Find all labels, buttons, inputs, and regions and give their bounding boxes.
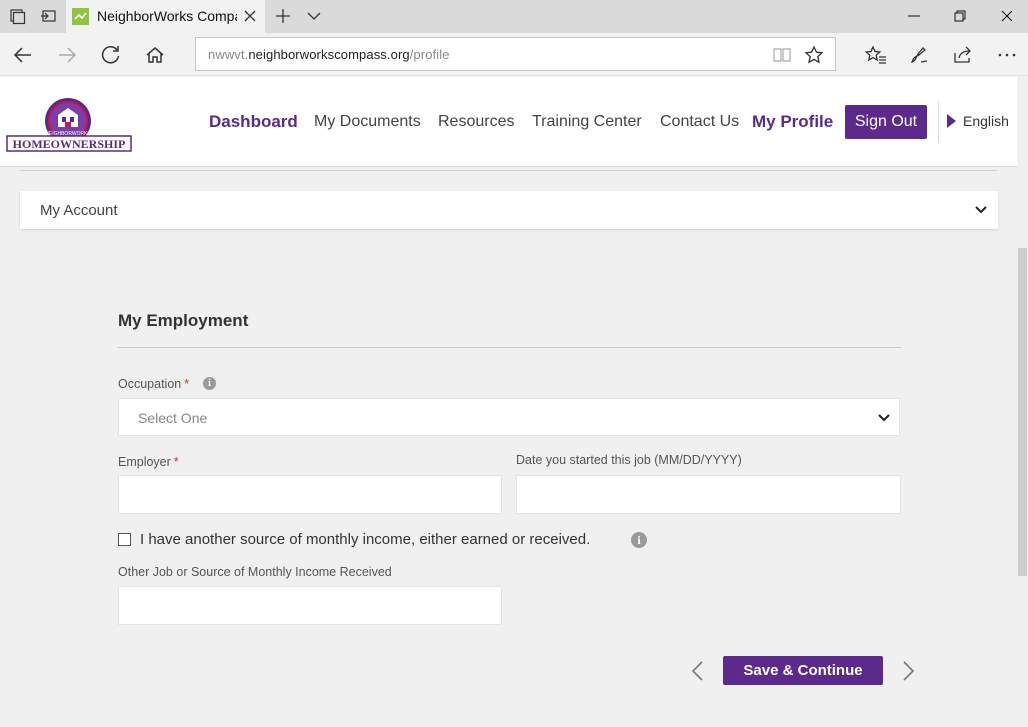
nav-training-center[interactable]: Training Center: [532, 113, 642, 131]
share-icon[interactable]: [951, 43, 975, 67]
site-favicon-icon: [72, 8, 89, 25]
restore-icon[interactable]: [950, 6, 970, 26]
browser-tab-bar: NeighborWorks Compa: [0, 0, 1028, 33]
other-job-label: Other Job or Source of Monthly Income Re…: [118, 565, 392, 579]
favorites-hub-icon[interactable]: [864, 43, 888, 67]
occupation-select[interactable]: Select One: [118, 398, 900, 436]
nav-my-profile[interactable]: My Profile: [752, 112, 833, 132]
required-asterisk: *: [184, 377, 190, 391]
next-step-icon[interactable]: [900, 660, 916, 682]
active-tab[interactable]: NeighborWorks Compa: [66, 0, 265, 33]
required-asterisk: *: [173, 455, 179, 469]
neighborworks-homeownership-logo[interactable]: NEIGHBORWORKS HOMEOWNERSHIP: [6, 97, 132, 155]
previous-step-icon[interactable]: [690, 660, 706, 682]
site-header: NEIGHBORWORKS HOMEOWNERSHIP Dashboard My…: [0, 77, 1017, 167]
url-text: nwwvt.neighborworkscompass.org/profile: [208, 47, 450, 62]
other-income-checkbox-label[interactable]: I have another source of monthly income,…: [140, 531, 590, 548]
sign-out-button[interactable]: Sign Out: [845, 105, 927, 139]
other-income-info-icon[interactable]: i: [631, 532, 647, 548]
language-caret-icon[interactable]: [947, 114, 956, 128]
back-icon[interactable]: [11, 43, 35, 67]
tab-set-aside-icon[interactable]: [8, 7, 26, 25]
tab-title: NeighborWorks Compa: [97, 8, 237, 24]
tab-list-chevron-icon[interactable]: [305, 7, 323, 25]
page-scrollbar-thumb[interactable]: [1018, 248, 1027, 576]
save-continue-button[interactable]: Save & Continue: [723, 656, 883, 685]
reading-view-icon[interactable]: [772, 45, 792, 65]
new-tab-icon[interactable]: [274, 7, 292, 25]
start-date-input[interactable]: [516, 475, 901, 514]
more-options-icon[interactable]: [995, 43, 1019, 67]
section-divider: [118, 347, 901, 348]
occupation-label: Occupation *: [118, 377, 190, 391]
employer-input[interactable]: [118, 475, 502, 514]
forward-icon[interactable]: [55, 43, 79, 67]
occupation-select-value: Select One: [138, 410, 208, 426]
tab-preview-icon[interactable]: [39, 7, 57, 25]
address-bar[interactable]: nwwvt.neighborworkscompass.org/profile: [195, 37, 836, 71]
content-divider: [20, 170, 997, 171]
home-icon[interactable]: [143, 43, 167, 67]
minimize-icon[interactable]: [904, 6, 924, 26]
close-window-icon[interactable]: [997, 6, 1017, 26]
chevron-down-icon[interactable]: [974, 203, 988, 217]
language-selector[interactable]: English: [963, 113, 1009, 129]
nav-resources[interactable]: Resources: [438, 113, 514, 131]
my-account-accordion[interactable]: My Account: [20, 191, 998, 229]
other-job-input[interactable]: [118, 586, 502, 625]
nav-dashboard[interactable]: Dashboard: [209, 112, 298, 132]
employer-label: Employer *: [118, 455, 179, 469]
language-divider: [938, 101, 939, 143]
svg-text:HOMEOWNERSHIP: HOMEOWNERSHIP: [13, 137, 126, 151]
close-tab-icon[interactable]: [241, 7, 259, 25]
my-employment-heading: My Employment: [118, 311, 249, 330]
favorite-star-icon[interactable]: [804, 45, 824, 65]
occupation-info-icon[interactable]: i: [203, 377, 216, 390]
nav-my-documents[interactable]: My Documents: [314, 113, 421, 131]
start-date-label: Date you started this job (MM/DD/YYYY): [516, 453, 742, 467]
other-income-checkbox[interactable]: [118, 533, 131, 546]
nav-contact-us[interactable]: Contact Us: [660, 113, 739, 131]
browser-toolbar: nwwvt.neighborworkscompass.org/profile: [0, 33, 1028, 76]
my-account-title: My Account: [40, 202, 118, 219]
web-note-pen-icon[interactable]: [907, 43, 931, 67]
refresh-icon[interactable]: [99, 43, 123, 67]
chevron-down-icon[interactable]: [877, 411, 891, 425]
